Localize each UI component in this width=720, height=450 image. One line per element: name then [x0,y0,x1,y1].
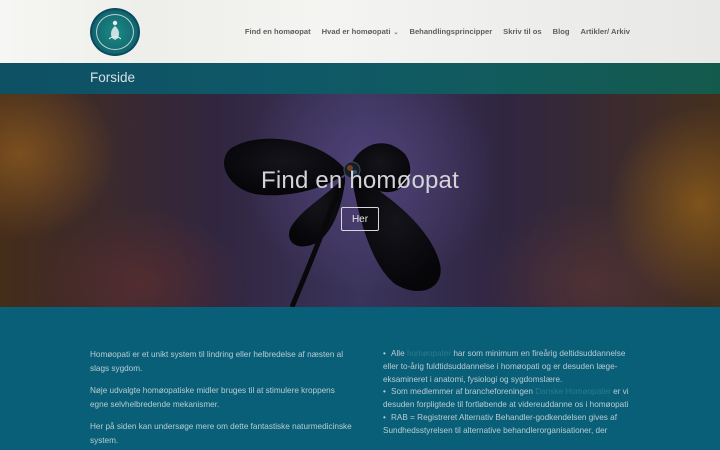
list-item: • Alle homøopater har som minimum en fire… [383,348,638,386]
bullet-icon: • [383,412,386,422]
nav-item-2[interactable]: Behandlingsprincipper [409,27,492,36]
nav-item-0[interactable]: Find en homøopat [245,27,311,36]
list-item: • RAB = Registreret Alternativ Behandler-… [383,412,638,438]
main-nav: Find en homøopat Hvad er homøopati ⌄ Behand… [234,27,630,36]
nav-item-label: Behandlingsprincipper [409,27,493,36]
intro-column: Homøopati er et unikt system til lindrin… [90,348,355,450]
intro-paragraph: Homøopati er et unikt system til lindrin… [90,350,344,373]
inline-link[interactable]: homøopater [407,349,451,358]
lotus-meditation-icon [109,20,121,40]
facts-column: • Alle homøopater har som minimum en fire… [383,348,638,438]
inline-link[interactable]: Danske Homøopater [535,387,611,396]
nav-item-5[interactable]: Artikler/ Arkiv [580,27,630,36]
content-section: Homøopati er et unikt system til lindrin… [0,307,720,450]
nav-item-3[interactable]: Skriv til os [503,27,541,36]
bullet-icon: • [383,349,386,358]
site-header: Find en homøopat Hvad er homøopati ⌄ Behand… [0,0,720,63]
nav-item-label: Hvad er homøopati [321,27,391,36]
chevron-down-icon: ⌄ [393,30,399,36]
site-logo[interactable] [90,8,140,56]
list-item: • Som medlemmer af brancheforeningen Dans… [383,386,638,412]
nav-item-4[interactable]: Blog [553,27,570,36]
nav-item-label: Find en homøopat [244,27,311,36]
list-item-text: Alle [391,349,407,358]
nav-item-label: Blog [552,27,570,36]
nav-item-label: Artikler/ Arkiv [580,27,630,36]
page-title-bar: Forside [0,63,720,94]
hero-here-button[interactable]: Her [341,207,379,231]
facts-list: • Alle homøopater har som minimum en fire… [383,348,638,438]
hero-banner: Find en homøopat [0,94,720,307]
hero-title: Find en homøopat [261,167,459,194]
page-title: Forside [90,70,136,85]
nav-item-label: Skriv til os [503,27,542,36]
intro-paragraph: Nøje udvalgte homøopatiske midler bruges… [90,386,335,409]
nav-item-1[interactable]: Hvad er homøopati ⌄ [322,27,399,36]
list-item-text: RAB = Registreret Alternativ Behandler-g… [383,412,617,435]
list-item-text: Som medlemmer af brancheforeningen [391,387,536,397]
intro-paragraph: Her på siden kan undersøge mere om dette… [90,422,352,445]
hero-overlay [0,94,720,307]
bullet-icon: • [383,387,386,397]
